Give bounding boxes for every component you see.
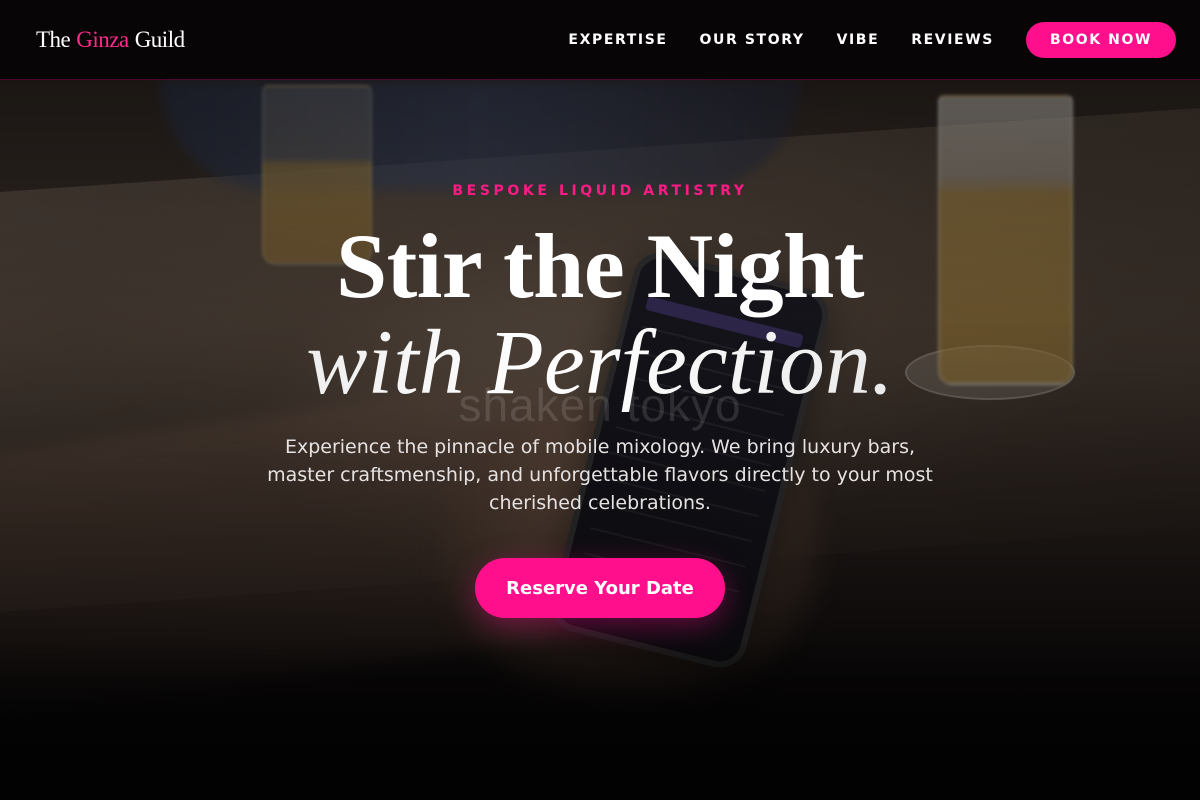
nav-link-expertise[interactable]: EXPERTISE: [568, 32, 667, 48]
site-header: The Ginza Guild EXPERTISE OUR STORY VIBE…: [0, 0, 1200, 80]
hero-title-line-2: with Perfection.: [0, 312, 1200, 412]
hero-eyebrow: BESPOKE LIQUID ARTISTRY: [452, 183, 748, 199]
brand-logo[interactable]: The Ginza Guild: [36, 27, 185, 53]
hero-section: BESPOKE LIQUID ARTISTRY Stir the Night w…: [0, 80, 1200, 800]
brand-word-ginza: Ginza: [76, 26, 129, 52]
reserve-date-button[interactable]: Reserve Your Date: [475, 558, 725, 618]
nav-link-our-story[interactable]: OUR STORY: [700, 32, 805, 48]
hero-title-line-1: Stir the Night: [336, 215, 864, 317]
nav-link-vibe[interactable]: VIBE: [837, 32, 880, 48]
brand-word-the: The: [36, 26, 71, 52]
book-now-button[interactable]: BOOK NOW: [1025, 21, 1176, 58]
nav-link-reviews[interactable]: REVIEWS: [911, 32, 994, 48]
hero-subtitle: Experience the pinnacle of mobile mixolo…: [267, 436, 933, 514]
main-nav: EXPERTISE OUR STORY VIBE REVIEWS BOOK NO…: [536, 21, 1176, 58]
brand-word-guild: Guild: [134, 26, 185, 52]
